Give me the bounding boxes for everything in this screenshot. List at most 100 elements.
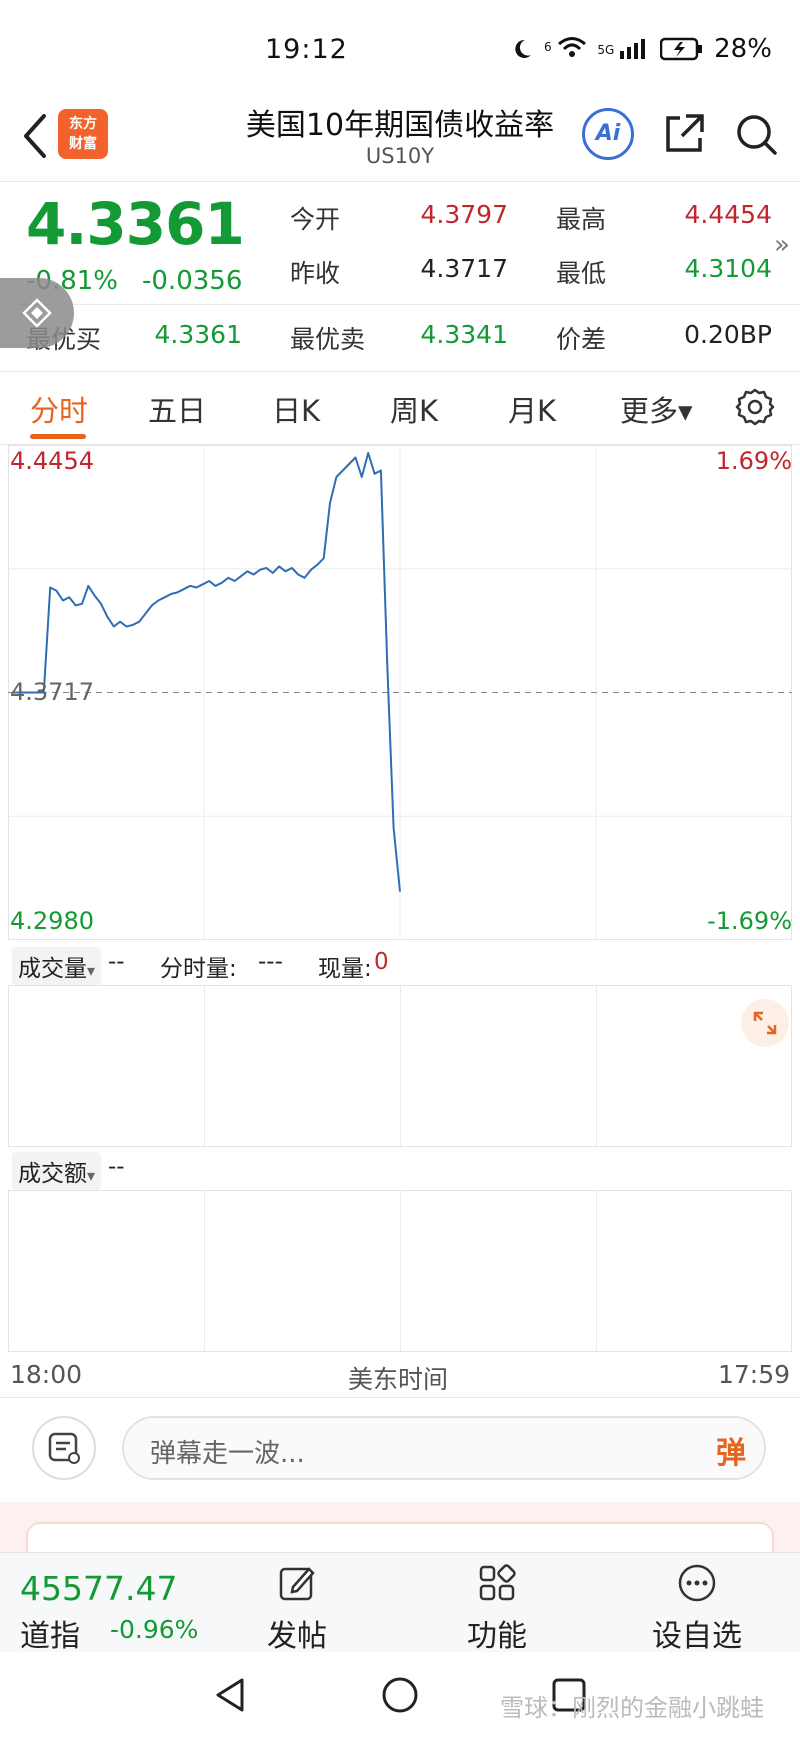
amount-value: -- [108,1154,125,1180]
y-label-bottom-left: 4.2980 [10,907,94,935]
change-absolute: -0.0356 [142,266,243,296]
ai-button[interactable]: Ai [582,108,634,160]
tab-monthly-k[interactable]: 月K [508,388,556,430]
best-ask-value: 4.3341 [420,320,508,349]
amount-label: 成交额 [18,1161,87,1187]
volume-value: -- [108,949,125,975]
more-dots-icon [678,1564,716,1602]
tab-intraday[interactable]: 分时 [30,388,88,430]
post-label: 发帖 [267,1619,327,1654]
danmu-toggle-button[interactable]: 弹 [716,1428,746,1472]
axis-divider [0,1397,800,1398]
chevron-down-icon: ▾ [87,1166,96,1185]
tab-daily-k[interactable]: 日K [272,388,320,430]
amount-dropdown[interactable]: 成交额▾ [12,1152,102,1190]
tab-five-day[interactable]: 五日 [148,388,206,430]
index-name: 道指 [20,1619,80,1654]
moon-icon [515,39,531,58]
price-chart-svg [8,445,792,940]
battery-icon [660,37,703,61]
amount-chart[interactable] [8,1190,792,1352]
y-label-top-left: 4.4454 [10,447,94,475]
status-time: 19:12 [265,34,348,65]
logo-text-bottom: 财富 [69,136,97,152]
functions-button[interactable]: 功能 [442,1553,552,1654]
y-label-bottom-right: -1.69% [707,907,792,935]
grid-line [596,1191,597,1351]
high-label: 最高 [556,205,607,234]
add-watchlist-button[interactable]: 设自选 [642,1553,752,1654]
danmu-row: 弹幕走一波... 弹 [0,1402,800,1502]
status-icons: 6 5G 28% [510,34,772,64]
per-min-volume-label: 分时量: [160,956,237,982]
danmu-input[interactable]: 弹幕走一波... 弹 [122,1416,766,1480]
nav-home-icon[interactable] [379,1674,421,1716]
time-end: 17:59 [717,1360,790,1389]
wifi-label: 6 [544,39,552,54]
danmu-settings-button[interactable] [32,1416,96,1480]
y-label-mid-left: 4.3717 [10,678,94,706]
danmu-placeholder: 弹幕走一波... [150,1439,305,1469]
current-volume-value: 0 [374,949,389,975]
index-value: 45577.47 [20,1569,178,1608]
grid-line [204,986,205,1146]
header: 东方 财富 美国10年期国债收益率 US10Y Ai [0,100,800,180]
page-subtitle: US10Y [365,144,435,168]
gear-icon[interactable] [734,386,776,428]
spread-value: 0.20BP [684,320,772,349]
per-min-volume-value: --- [258,949,283,975]
spread-label: 价差 [556,325,607,354]
chevron-down-icon: ▾ [87,961,96,980]
quote-panel: 4.3361 -0.81% -0.0356 今开 4.3797 最高 4.445… [0,182,800,372]
volume-header: 成交量▾ -- 分时量: --- 现量: 0 [8,945,792,985]
diamond-icon [22,298,52,328]
tab-weekly-k[interactable]: 周K [390,388,438,430]
low-label: 最低 [556,259,607,288]
post-button[interactable]: 发帖 [242,1553,352,1654]
time-start: 18:00 [10,1360,83,1389]
grid-icon [479,1564,516,1601]
back-button[interactable] [14,108,54,164]
low-value: 4.3104 [684,254,772,283]
volume-label: 成交量 [18,956,87,982]
bottom-bar: 45577.47 道指 -0.96% 发帖 功能 设自选 [0,1552,800,1654]
tab-more[interactable]: 更多▾ [620,388,693,430]
wifi-icon: 6 [544,36,587,63]
signal-icon: 5G [597,37,650,62]
intraday-chart[interactable]: 4.4454 4.3717 4.2980 1.69% -1.69% [8,445,792,940]
time-axis-label: 美东时间 [348,1365,449,1394]
open-label: 今开 [290,205,341,234]
logo-text-top: 东方 [69,116,97,132]
period-tabs: 分时 五日 日K 周K 月K 更多▾ [0,372,800,444]
volume-chart[interactable] [8,985,792,1147]
danmu-settings-icon [48,1432,80,1464]
status-bar: 19:12 6 5G 28% [0,0,800,100]
floating-assistant[interactable] [0,278,74,348]
add-watchlist-label: 设自选 [652,1619,742,1654]
best-ask-label: 最优卖 [290,325,366,354]
more-quote-arrow[interactable]: » [774,230,790,260]
price-line [12,452,401,892]
share-icon[interactable] [660,110,708,158]
volume-dropdown[interactable]: 成交量▾ [12,947,102,985]
grid-line [400,1191,401,1351]
quote-divider [0,304,800,305]
time-axis: 18:00 美东时间 17:59 [0,1356,800,1396]
app-logo: 东方 财富 [58,109,108,159]
promo-strip [0,1502,800,1562]
search-icon[interactable] [732,110,780,158]
grid-line [596,986,597,1146]
page-title: 美国10年期国债收益率 [245,108,555,143]
functions-label: 功能 [467,1619,527,1654]
y-label-top-right: 1.69% [715,447,792,475]
prev-close-label: 昨收 [290,259,341,288]
nav-back-icon[interactable] [210,1674,252,1716]
best-bid-value: 4.3361 [154,320,242,349]
system-nav-bar: 雪球：刚烈的金融小跳蛙 [0,1652,800,1737]
open-value: 4.3797 [420,200,508,229]
expand-button[interactable] [741,999,789,1047]
watermark: 雪球：刚烈的金融小跳蛙 [500,1694,764,1722]
signal-label: 5G [597,42,615,57]
grid-line [400,986,401,1146]
current-price: 4.3361 [26,190,245,258]
